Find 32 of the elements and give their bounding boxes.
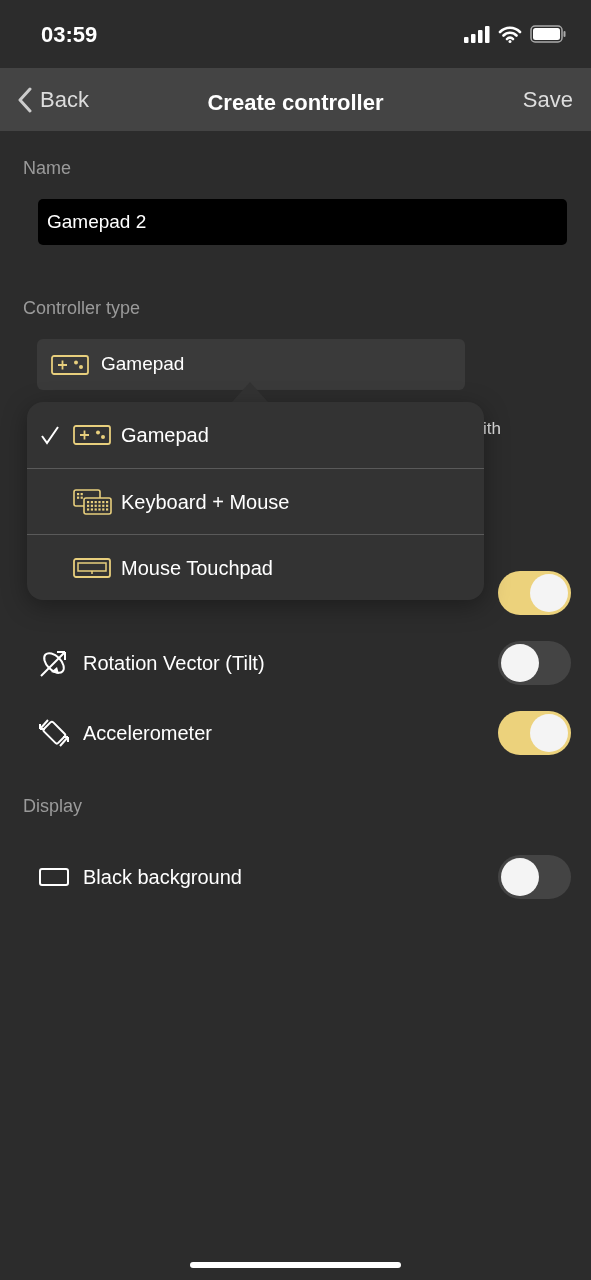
toggle-label: Rotation Vector (Tilt) — [83, 651, 265, 676]
save-button[interactable]: Save — [522, 83, 573, 116]
wifi-icon — [498, 25, 522, 43]
section-label: Controller type — [22, 297, 142, 320]
chevron-left-icon — [18, 86, 32, 113]
name-field[interactable]: Gamepad 2 — [38, 199, 567, 245]
touchpad-icon — [73, 557, 111, 578]
accelerometer-icon — [38, 717, 70, 749]
section-label: Name — [22, 157, 72, 180]
menu-item[interactable]: Gamepad — [27, 402, 484, 468]
screen-icon — [39, 868, 69, 886]
status-time: 03:59 — [41, 20, 98, 49]
signal-icon — [464, 25, 490, 43]
gamepad-icon — [51, 354, 89, 375]
keyboard-icon — [72, 488, 112, 515]
toggle-switch[interactable] — [498, 855, 571, 899]
screen-title: Create controller — [207, 89, 384, 117]
back-button[interactable]: Back — [18, 83, 89, 116]
gamepad-icon — [73, 425, 111, 445]
section-label: Display — [22, 795, 84, 818]
toggle-label: Black background — [83, 865, 242, 890]
menu-item[interactable]: Keyboard + Mouse — [27, 468, 484, 534]
battery-icon — [530, 25, 566, 43]
rotation-icon — [39, 648, 69, 678]
toggle-switch[interactable] — [498, 711, 571, 755]
toggle-switch[interactable] — [498, 571, 571, 615]
checkmark-icon — [40, 425, 60, 445]
type-dropdown[interactable]: Gamepad — [37, 339, 465, 390]
toggle-label: Accelerometer — [83, 721, 212, 746]
menu-item[interactable]: Mouse Touchpad — [27, 534, 484, 600]
toggle-switch[interactable] — [498, 641, 571, 685]
description-text: ith — [483, 419, 501, 438]
